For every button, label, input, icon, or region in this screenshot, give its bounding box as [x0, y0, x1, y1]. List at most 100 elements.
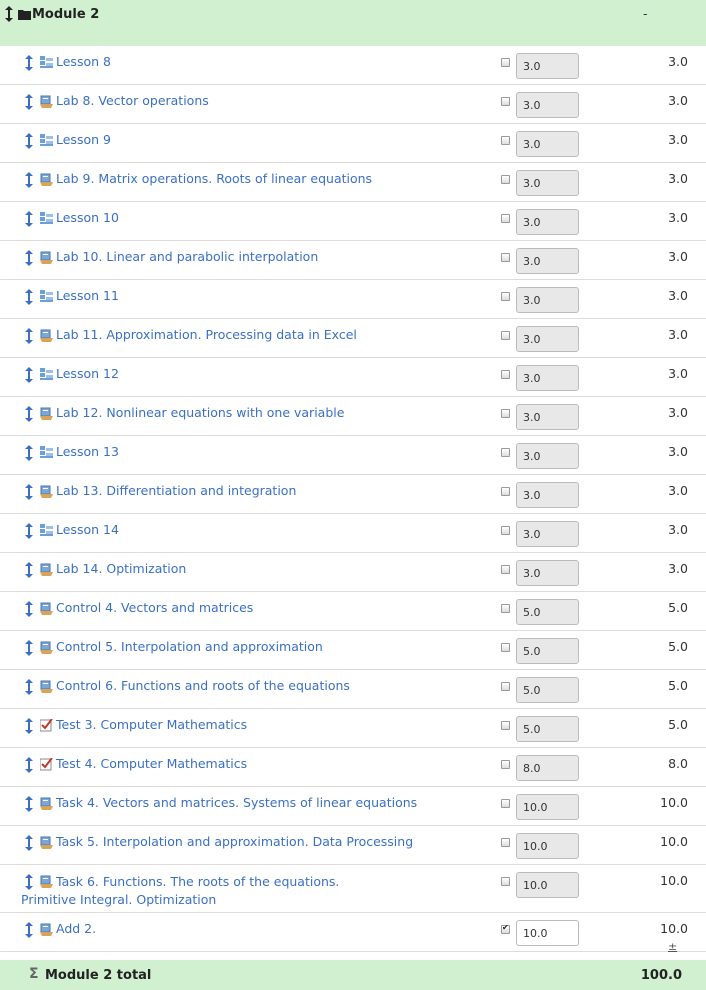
- move-icon[interactable]: [24, 94, 34, 110]
- weight-input[interactable]: 5.0: [516, 599, 579, 625]
- weight-input[interactable]: 3.0: [516, 482, 579, 508]
- grade-item-link[interactable]: Test 4. Computer Mathematics: [56, 756, 247, 771]
- move-icon[interactable]: [24, 718, 34, 734]
- grade-item-link[interactable]: Lab 13. Differentiation and integration: [56, 483, 296, 498]
- move-icon[interactable]: [24, 133, 34, 149]
- override-checkbox[interactable]: [501, 175, 510, 184]
- grade-item-link[interactable]: Control 6. Functions and roots of the eq…: [56, 678, 350, 693]
- grade-item-link[interactable]: Task 4. Vectors and matrices. Systems of…: [56, 795, 417, 810]
- grade-item-link[interactable]: Add 2.: [56, 921, 96, 936]
- move-icon[interactable]: [24, 172, 34, 188]
- weight-input[interactable]: 10.0: [516, 872, 579, 898]
- move-icon[interactable]: [24, 445, 34, 461]
- move-icon[interactable]: [24, 679, 34, 695]
- override-checkbox[interactable]: [501, 923, 510, 934]
- override-checkbox[interactable]: [501, 838, 510, 847]
- grade-item-link[interactable]: Control 5. Interpolation and approximati…: [56, 639, 323, 654]
- override-checkbox[interactable]: [501, 721, 510, 730]
- override-checkbox[interactable]: [501, 565, 510, 574]
- override-checkbox[interactable]: [501, 58, 510, 67]
- weight-input[interactable]: 3.0: [516, 287, 579, 313]
- grade-item-link[interactable]: Lab 11. Approximation. Processing data i…: [56, 327, 357, 342]
- move-icon[interactable]: [24, 835, 34, 851]
- weight-input[interactable]: 3.0: [516, 365, 579, 391]
- weight-input[interactable]: 3.0: [516, 521, 579, 547]
- grade-item-link[interactable]: Lesson 8: [56, 54, 111, 69]
- weight-input[interactable]: 5.0: [516, 677, 579, 703]
- override-checkbox[interactable]: [501, 799, 510, 808]
- plusminus-toggle[interactable]: ±: [668, 940, 677, 953]
- grade-item-link[interactable]: Lab 10. Linear and parabolic interpolati…: [56, 249, 318, 264]
- weight-input[interactable]: 3.0: [516, 248, 579, 274]
- weight-input[interactable]: 3.0: [516, 131, 579, 157]
- weight-input[interactable]: 3.0: [516, 209, 579, 235]
- move-icon[interactable]: [24, 367, 34, 383]
- grade-item-link[interactable]: Lesson 11: [56, 288, 119, 303]
- weight-input[interactable]: 10.0: [516, 794, 579, 820]
- grade-item-row: Lab 14. Optimization 3.0 3.0: [0, 553, 706, 592]
- grade-item-value: 8.0: [668, 756, 688, 771]
- quiz-icon: [40, 719, 53, 732]
- move-icon[interactable]: [24, 562, 34, 578]
- grade-item-link[interactable]: Lesson 10: [56, 210, 119, 225]
- weight-input[interactable]: 3.0: [516, 92, 579, 118]
- override-checkbox[interactable]: [501, 877, 510, 886]
- move-icon[interactable]: [5, 6, 13, 22]
- grade-item-link[interactable]: Lesson 14: [56, 522, 119, 537]
- override-checkbox[interactable]: [501, 370, 510, 379]
- grade-item-link[interactable]: Test 3. Computer Mathematics: [56, 717, 247, 732]
- move-icon[interactable]: [24, 523, 34, 539]
- grade-item-link[interactable]: Lesson 9: [56, 132, 111, 147]
- weight-input[interactable]: 8.0: [516, 755, 579, 781]
- move-icon[interactable]: [24, 250, 34, 266]
- grade-item-row: Lesson 13 3.0 3.0: [0, 436, 706, 475]
- move-icon[interactable]: [24, 796, 34, 812]
- grade-item-link[interactable]: Lesson 13: [56, 444, 119, 459]
- move-icon[interactable]: [24, 211, 34, 227]
- move-icon[interactable]: [24, 640, 34, 656]
- move-icon[interactable]: [24, 406, 34, 422]
- grade-item-link[interactable]: Lab 12. Nonlinear equations with one var…: [56, 405, 344, 420]
- override-checkbox[interactable]: [501, 409, 510, 418]
- grade-item-link[interactable]: Lab 9. Matrix operations. Roots of linea…: [56, 171, 372, 186]
- move-icon[interactable]: [24, 601, 34, 617]
- override-checkbox[interactable]: [501, 604, 510, 613]
- move-icon[interactable]: [24, 757, 34, 773]
- grade-item-link[interactable]: Lab 8. Vector operations: [56, 93, 209, 108]
- move-icon[interactable]: [24, 328, 34, 344]
- override-checkbox[interactable]: [501, 97, 510, 106]
- grade-item-link[interactable]: Lab 14. Optimization: [56, 561, 186, 576]
- weight-input[interactable]: 3.0: [516, 170, 579, 196]
- override-checkbox[interactable]: [501, 292, 510, 301]
- move-icon[interactable]: [24, 922, 34, 938]
- weight-input[interactable]: 3.0: [516, 560, 579, 586]
- override-checkbox[interactable]: [501, 331, 510, 340]
- override-checkbox[interactable]: [501, 253, 510, 262]
- grade-item-value: 3.0: [668, 444, 688, 459]
- override-checkbox[interactable]: [501, 487, 510, 496]
- override-checkbox[interactable]: [501, 526, 510, 535]
- grade-item-link[interactable]: Task 5. Interpolation and approximation.…: [56, 834, 413, 849]
- weight-input[interactable]: 3.0: [516, 53, 579, 79]
- weight-input[interactable]: 3.0: [516, 404, 579, 430]
- weight-input[interactable]: 3.0: [516, 443, 579, 469]
- override-checkbox[interactable]: [501, 760, 510, 769]
- weight-input[interactable]: 5.0: [516, 716, 579, 742]
- move-icon[interactable]: [24, 484, 34, 500]
- grade-item-link[interactable]: Lesson 12: [56, 366, 119, 381]
- grade-item-link[interactable]: Task 6. Functions. The roots of the equa…: [21, 873, 381, 909]
- override-checkbox[interactable]: [501, 643, 510, 652]
- weight-input[interactable]: 10.0: [516, 833, 579, 859]
- move-icon[interactable]: [24, 289, 34, 305]
- weight-input[interactable]: 5.0: [516, 638, 579, 664]
- grade-item-row: Lab 10. Linear and parabolic interpolati…: [0, 241, 706, 280]
- override-checkbox[interactable]: [501, 448, 510, 457]
- override-checkbox[interactable]: [501, 136, 510, 145]
- weight-input[interactable]: 3.0: [516, 326, 579, 352]
- category-total-value: -: [643, 6, 648, 21]
- grade-item-link[interactable]: Control 4. Vectors and matrices: [56, 600, 253, 615]
- override-checkbox[interactable]: [501, 682, 510, 691]
- override-checkbox[interactable]: [501, 214, 510, 223]
- move-icon[interactable]: [24, 55, 34, 71]
- weight-input[interactable]: 10.0: [516, 920, 579, 946]
